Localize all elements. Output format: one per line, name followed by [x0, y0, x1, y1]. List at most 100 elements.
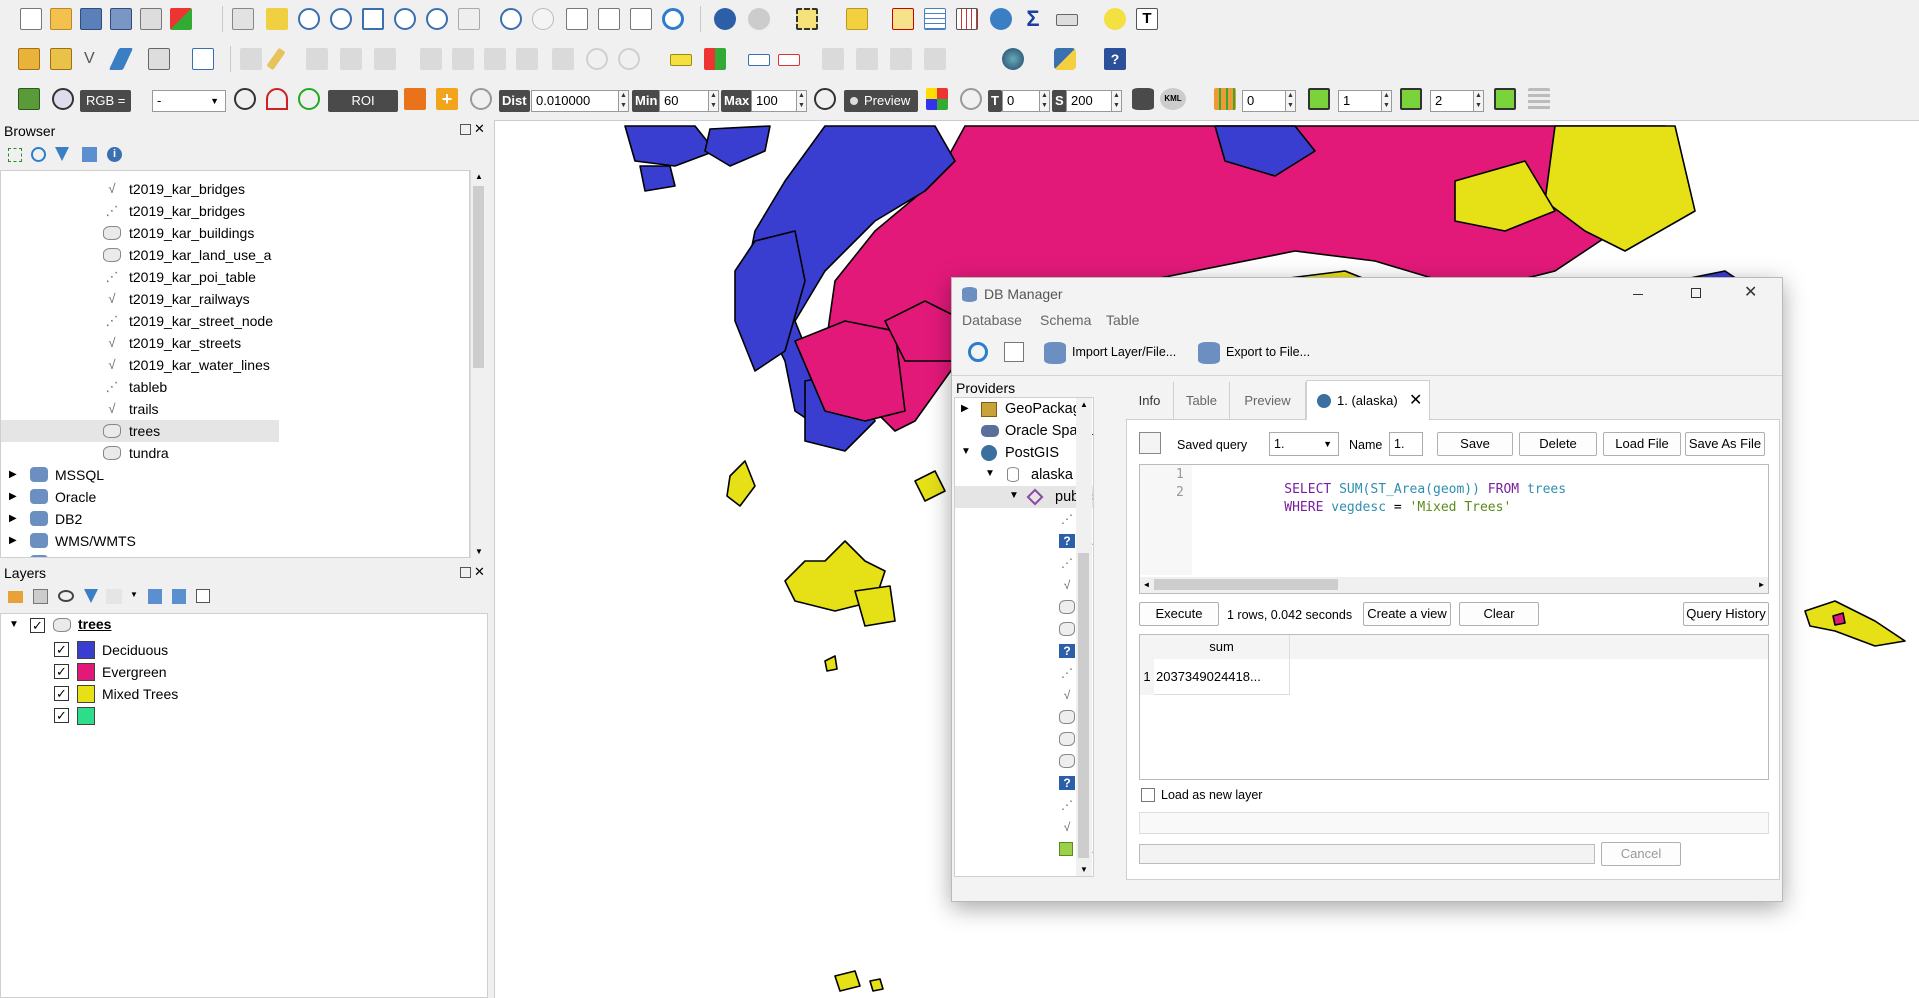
- select-by-value-icon[interactable]: [846, 8, 868, 30]
- roi-orange-icon[interactable]: [404, 88, 426, 110]
- highlight-labels-icon[interactable]: [778, 54, 800, 66]
- expand-arrow-icon[interactable]: ▶: [9, 557, 17, 558]
- legend-label[interactable]: Mixed Trees: [102, 684, 178, 704]
- browser-item[interactable]: t2019_kar_bridges: [129, 178, 245, 200]
- red-polygon-icon[interactable]: [266, 88, 288, 110]
- spin-arrows-icon[interactable]: ▲ ▼: [796, 91, 806, 111]
- browser-provider[interactable]: XYZ Ti...: [55, 552, 109, 557]
- spin-arrows-icon[interactable]: ▲ ▼: [1111, 91, 1121, 111]
- style-panel-icon[interactable]: [8, 591, 23, 603]
- chevron-down-icon[interactable]: ▼: [130, 590, 138, 599]
- copy-features-icon[interactable]: [516, 48, 538, 70]
- change-label-icon[interactable]: [890, 48, 912, 70]
- browser-item[interactable]: t2019_kar_streets: [129, 332, 241, 354]
- db-alaska[interactable]: alaska: [1031, 464, 1073, 486]
- delete-selected-icon[interactable]: [452, 48, 474, 70]
- refresh-icon[interactable]: [968, 342, 988, 362]
- zoom-to-layer-icon[interactable]: [426, 8, 448, 30]
- collapse-all-icon[interactable]: [172, 589, 186, 604]
- pan-to-selection-icon[interactable]: [266, 8, 288, 30]
- zoom-full-icon[interactable]: [362, 8, 384, 30]
- expand-arrow-icon[interactable]: ▼: [9, 619, 19, 630]
- zoom-green-icon[interactable]: [298, 88, 320, 110]
- refresh-icon[interactable]: [31, 147, 46, 162]
- print-layout-icon[interactable]: [140, 8, 162, 30]
- float-panel-icon[interactable]: [460, 567, 471, 578]
- browser-provider[interactable]: DB2: [55, 508, 82, 530]
- data-source-manager-icon[interactable]: [18, 48, 40, 70]
- browser-provider[interactable]: MSSQL: [55, 464, 104, 486]
- expand-arrow-icon[interactable]: ▼: [985, 468, 995, 479]
- class-visibility-checkbox[interactable]: ✓: [54, 686, 69, 701]
- text-annotation-icon[interactable]: T: [1136, 8, 1158, 30]
- pin-labels-icon[interactable]: [748, 54, 770, 66]
- show-hide-labels-icon[interactable]: [924, 48, 946, 70]
- browser-provider[interactable]: WMS/WMTS: [55, 530, 136, 552]
- close-icon[interactable]: ✕: [1744, 282, 1757, 302]
- statistics-icon[interactable]: Σ: [1022, 8, 1044, 30]
- export-file-button[interactable]: Export to File...: [1226, 345, 1310, 359]
- menu-database[interactable]: Database: [962, 312, 1022, 328]
- expand-arrow-icon[interactable]: ▶: [9, 513, 17, 524]
- expand-arrow-icon[interactable]: ▼: [961, 446, 971, 457]
- add-roi-icon[interactable]: +: [436, 88, 458, 110]
- close-panel-icon[interactable]: ✕: [474, 121, 485, 137]
- identify-icon[interactable]: [714, 8, 736, 30]
- cancel-button[interactable]: Cancel: [1601, 842, 1681, 866]
- select-features-icon[interactable]: [796, 8, 818, 30]
- save-button[interactable]: Save: [1437, 432, 1513, 456]
- browser-item[interactable]: t2019_kar_land_use_a: [129, 244, 271, 266]
- browser-item[interactable]: t2019_kar_poi_table: [129, 266, 256, 288]
- save-as-icon[interactable]: [110, 8, 132, 30]
- measure-icon[interactable]: [1056, 14, 1078, 26]
- scroll-down-icon[interactable]: ▼: [1080, 865, 1088, 874]
- layer-name[interactable]: trees: [78, 616, 111, 632]
- max-input[interactable]: 100 ▲ ▼: [751, 90, 807, 112]
- providers-scrollbar[interactable]: ▲ ▼: [1076, 398, 1092, 876]
- map-tips-icon[interactable]: [1104, 8, 1126, 30]
- zoom-native-icon[interactable]: [458, 8, 480, 30]
- import-layer-icon[interactable]: [1044, 342, 1066, 364]
- execute-button[interactable]: Execute: [1139, 602, 1219, 626]
- zoom-in-icon[interactable]: [298, 8, 320, 30]
- rgb-combo[interactable]: - ▼: [152, 90, 226, 112]
- show-bookmarks-icon[interactable]: [630, 8, 652, 30]
- label-tool-icon[interactable]: [670, 54, 692, 66]
- toggle-editing-icon[interactable]: [266, 47, 286, 71]
- filter-legend-icon[interactable]: [84, 589, 98, 603]
- close-panel-icon[interactable]: ✕: [474, 564, 485, 580]
- scroll-down-icon[interactable]: ▼: [475, 547, 483, 556]
- deselect-icon[interactable]: [892, 8, 914, 30]
- spin-arrows-icon[interactable]: ▲ ▼: [618, 91, 628, 111]
- redo-roi-icon[interactable]: [470, 88, 492, 110]
- provider-postgis[interactable]: PostGIS: [1005, 442, 1059, 464]
- save-as-file-button[interactable]: Save As File: [1685, 432, 1765, 456]
- zoom-preview-icon[interactable]: [814, 88, 836, 110]
- attribute-table-icon[interactable]: [924, 8, 946, 30]
- expand-arrow-icon[interactable]: ▶: [9, 491, 17, 502]
- tab-preview[interactable]: Preview: [1230, 382, 1306, 420]
- remove-layer-icon[interactable]: [196, 589, 210, 603]
- browser-item[interactable]: t2019_kar_railways: [129, 288, 250, 310]
- semi-auto-classification-icon[interactable]: [18, 88, 40, 110]
- expand-arrow-icon[interactable]: ▶: [961, 403, 969, 414]
- browser-item[interactable]: trees: [129, 420, 160, 442]
- layer-visibility-checkbox[interactable]: ✓: [30, 618, 45, 633]
- add-feature-icon[interactable]: [340, 48, 362, 70]
- virtual-layer-icon[interactable]: [192, 48, 214, 70]
- tab-table[interactable]: Table: [1174, 382, 1230, 420]
- spin-arrows-icon[interactable]: ▲ ▼: [1039, 91, 1049, 111]
- zoom-last-icon[interactable]: [500, 8, 522, 30]
- collapse-all-icon[interactable]: [82, 147, 97, 162]
- filter-icon[interactable]: [55, 147, 69, 161]
- add-vector-layer-icon[interactable]: V: [84, 48, 106, 70]
- table-cell[interactable]: 2037349024418...: [1154, 659, 1290, 695]
- refresh-icon[interactable]: [662, 8, 684, 30]
- saved-query-combo[interactable]: 1. ▼: [1269, 432, 1339, 456]
- tab-query[interactable]: 1. (alaska) ✕: [1306, 380, 1430, 421]
- add-group-icon[interactable]: [33, 589, 48, 604]
- python-icon[interactable]: [1054, 48, 1076, 70]
- undo-icon[interactable]: [586, 48, 608, 70]
- move-label-icon[interactable]: [822, 48, 844, 70]
- browser-item[interactable]: tableb: [129, 376, 167, 398]
